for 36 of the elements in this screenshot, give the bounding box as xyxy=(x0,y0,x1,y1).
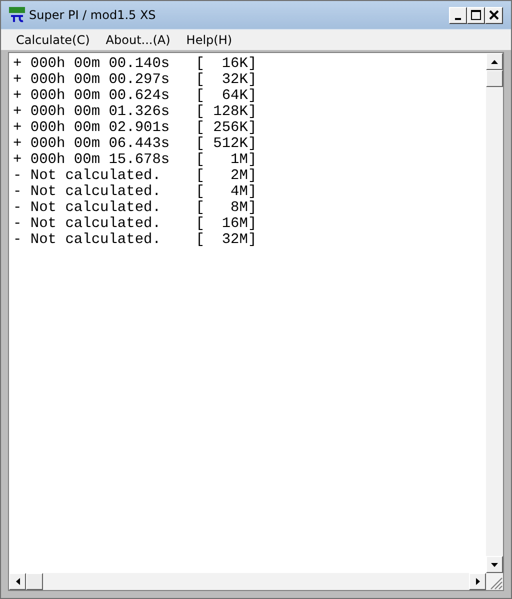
maximize-button[interactable] xyxy=(467,6,485,24)
menu-item[interactable]: About...(A) xyxy=(98,33,178,47)
left-arrow-icon xyxy=(16,578,20,585)
down-arrow-icon xyxy=(491,562,498,566)
result-line: + 000h 00m 02.901s [ 256K] xyxy=(13,120,258,136)
result-line: + 000h 00m 00.140s [ 16K] xyxy=(13,56,258,72)
up-arrow-icon xyxy=(491,60,498,64)
result-line: + 000h 00m 06.443s [ 512K] xyxy=(13,136,258,152)
menu-item[interactable]: Calculate(C) xyxy=(8,33,98,47)
maximize-icon xyxy=(471,10,481,20)
scroll-right-button[interactable] xyxy=(469,573,486,590)
scroll-thumb[interactable] xyxy=(486,70,503,87)
scroll-down-button[interactable] xyxy=(486,556,503,573)
minimize-button[interactable] xyxy=(449,6,467,24)
result-line: - Not calculated. [ 4M] xyxy=(13,184,258,200)
result-line: - Not calculated. [ 8M] xyxy=(13,200,258,216)
resize-grip-icon[interactable] xyxy=(486,573,503,590)
vertical-scrollbar[interactable] xyxy=(486,53,503,573)
result-line: - Not calculated. [ 32M] xyxy=(13,232,258,248)
result-line: + 000h 00m 00.297s [ 32K] xyxy=(13,72,258,88)
scroll-left-button[interactable] xyxy=(9,573,26,590)
result-line: - Not calculated. [ 2M] xyxy=(13,168,258,184)
result-line: + 000h 00m 15.678s [ 1M] xyxy=(13,152,258,168)
result-line: + 000h 00m 01.326s [ 128K] xyxy=(13,104,258,120)
close-icon xyxy=(489,10,499,20)
close-button[interactable] xyxy=(485,6,503,24)
result-line: + 000h 00m 00.624s [ 64K] xyxy=(13,88,258,104)
scroll-thumb[interactable] xyxy=(26,573,43,590)
pi-icon xyxy=(9,7,25,23)
menu-item[interactable]: Help(H) xyxy=(178,33,240,47)
horizontal-scrollbar[interactable] xyxy=(9,573,486,590)
window-title: Super PI / mod1.5 XS xyxy=(29,8,156,22)
minimize-icon xyxy=(455,18,461,20)
scroll-up-button[interactable] xyxy=(486,53,503,70)
right-arrow-icon xyxy=(476,578,480,585)
result-line: - Not calculated. [ 16M] xyxy=(13,216,258,232)
